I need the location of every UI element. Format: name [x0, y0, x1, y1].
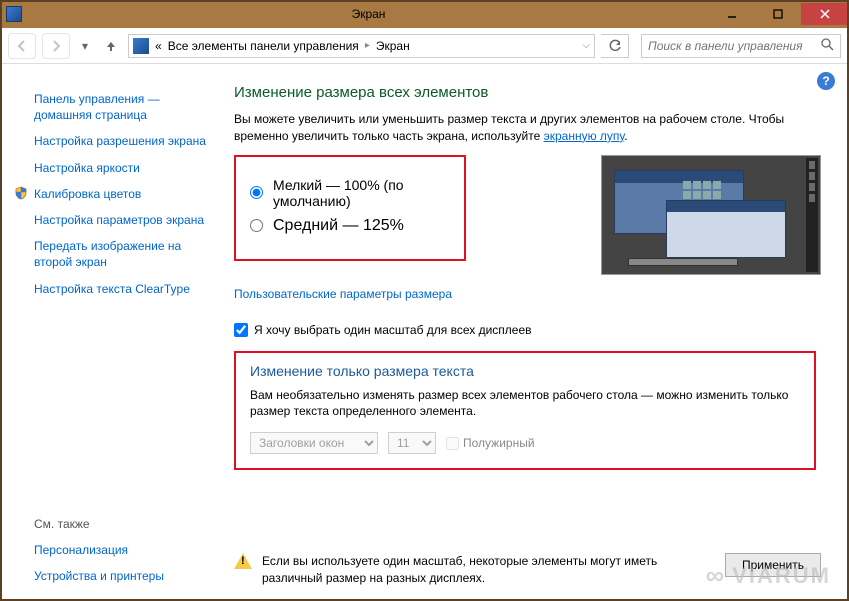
refresh-button[interactable]	[601, 34, 629, 58]
sidebar-item-cleartype[interactable]: Настройка текста ClearType	[6, 276, 218, 302]
warning-text: Если вы используете один масштаб, некото…	[262, 553, 715, 587]
chevron-right-icon: ▸	[365, 40, 370, 51]
font-size-dropdown[interactable]: 11	[388, 432, 436, 454]
element-dropdown[interactable]: Заголовки окон	[250, 432, 378, 454]
text-size-desc: Вам необязательно изменять размер всех э…	[250, 387, 800, 421]
close-button[interactable]	[801, 3, 849, 25]
sidebar-item-devices-printers[interactable]: Устройства и принтеры	[6, 563, 218, 589]
magnifier-link[interactable]: экранную лупу	[544, 129, 625, 143]
page-title: Изменение размера всех элементов	[234, 84, 821, 101]
scale-radio-group: Мелкий — 100% (по умолчанию) Средний — 1…	[234, 155, 466, 261]
chevron-down-icon[interactable]: ⌵	[582, 40, 590, 51]
up-button[interactable]	[100, 35, 122, 57]
text-size-heading: Изменение только размера текста	[250, 363, 800, 379]
sidebar-item-calibrate[interactable]: Калибровка цветов	[6, 181, 218, 207]
search-icon[interactable]	[821, 38, 834, 54]
sidebar-item-home[interactable]: Панель управления — домашняя страница	[6, 86, 218, 128]
sidebar-item-project[interactable]: Передать изображение на второй экран	[6, 233, 218, 275]
search-input[interactable]	[648, 39, 821, 53]
radio-small-input[interactable]	[250, 186, 263, 199]
bold-checkbox[interactable]	[446, 437, 459, 450]
app-icon	[6, 6, 22, 22]
custom-size-link[interactable]: Пользовательские параметры размера	[234, 287, 452, 301]
page-description: Вы можете увеличить или уменьшить размер…	[234, 111, 821, 145]
sidebar-item-display-settings[interactable]: Настройка параметров экрана	[6, 207, 218, 233]
warning-icon	[234, 553, 252, 571]
sidebar-item-brightness[interactable]: Настройка яркости	[6, 155, 218, 181]
sidebar: Панель управления — домашняя страница На…	[0, 64, 222, 601]
window-title: Экран	[28, 7, 709, 21]
preview-thumbnail	[601, 155, 821, 275]
history-dropdown[interactable]: ▾	[76, 39, 94, 53]
breadcrumb-item-2[interactable]: Экран	[376, 39, 410, 53]
bold-checkbox-row[interactable]: Полужирный	[446, 436, 535, 450]
forward-button[interactable]	[42, 33, 70, 59]
see-also-heading: См. также	[6, 513, 218, 537]
control-panel-icon	[133, 38, 149, 54]
radio-medium-input[interactable]	[250, 219, 263, 232]
breadcrumb-item-1[interactable]: Все элементы панели управления	[168, 39, 359, 53]
sidebar-item-personalization[interactable]: Персонализация	[6, 537, 218, 563]
breadcrumb[interactable]: « Все элементы панели управления ▸ Экран	[155, 39, 582, 53]
address-bar[interactable]: « Все элементы панели управления ▸ Экран…	[128, 34, 595, 58]
maximize-button[interactable]	[755, 3, 801, 25]
main-content: Изменение размера всех элементов Вы може…	[222, 64, 849, 601]
sidebar-item-resolution[interactable]: Настройка разрешения экрана	[6, 128, 218, 154]
shield-icon	[14, 186, 28, 200]
back-button[interactable]	[8, 33, 36, 59]
radio-small[interactable]: Мелкий — 100% (по умолчанию)	[250, 177, 446, 209]
watermark: ∞ VIARUM	[706, 560, 831, 591]
radio-medium[interactable]: Средний — 125%	[250, 217, 446, 235]
single-scale-checkbox[interactable]	[234, 323, 248, 337]
text-size-section: Изменение только размера текста Вам необ…	[234, 351, 816, 471]
breadcrumb-prefix: «	[155, 39, 162, 53]
watermark-icon: ∞	[706, 560, 727, 591]
minimize-button[interactable]	[709, 3, 755, 25]
search-box[interactable]	[641, 34, 841, 58]
single-scale-checkbox-row[interactable]: Я хочу выбрать один масштаб для всех дис…	[234, 323, 821, 337]
